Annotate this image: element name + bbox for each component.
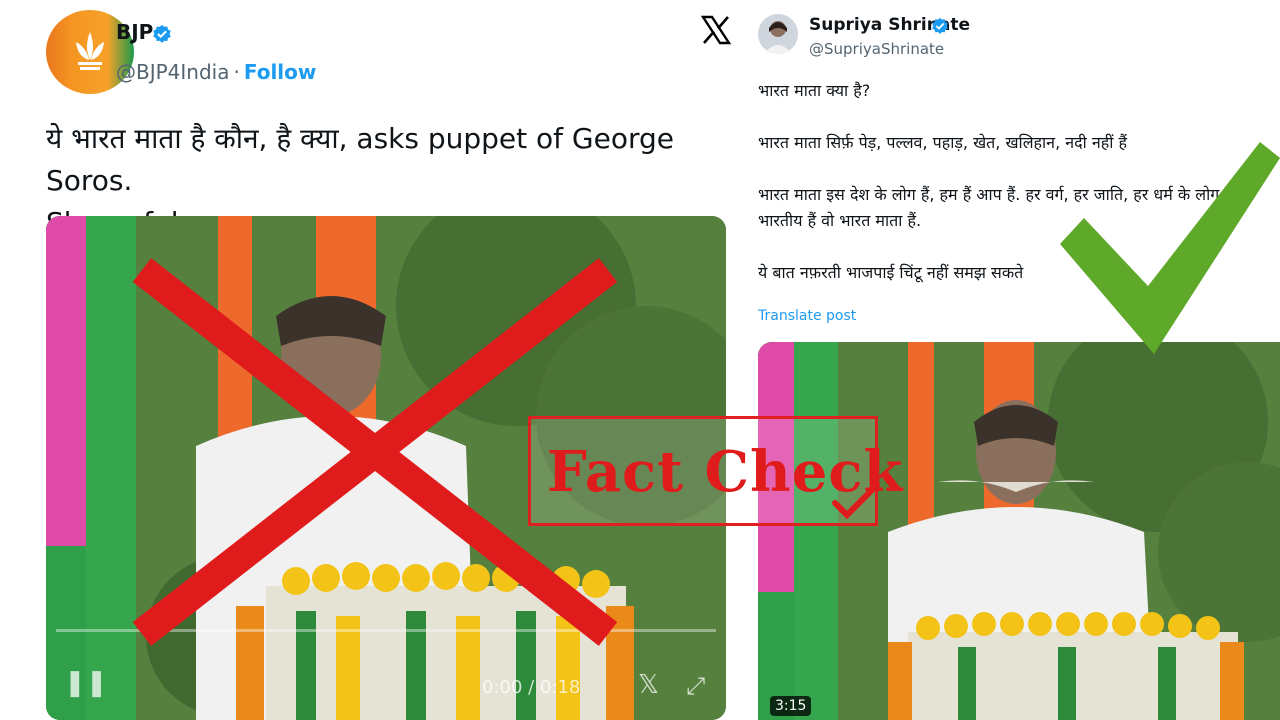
tweet-paragraph: ये बात नफ़रती भाजपाई चिंटू नहीं समझ सकते: [758, 263, 1024, 282]
video-player[interactable]: 3:15: [758, 342, 1280, 720]
tweet-paragraph: भारत माता क्या है?: [758, 81, 871, 100]
tweet-text-line: ये भारत माता है कौन, है क्या, asks puppe…: [46, 122, 674, 197]
verified-badge-icon: [153, 24, 171, 43]
pause-icon[interactable]: ❚❚: [64, 668, 108, 698]
tweet-paragraph: भारत माता इस देश के लोग हैं, हम हैं आप ह…: [758, 185, 1241, 230]
handle-row: @BJP4India · Follow: [116, 60, 316, 84]
video-progress-bar[interactable]: [56, 629, 716, 632]
small-check-icon: [832, 482, 880, 519]
verified-badge-icon: [932, 17, 948, 35]
follow-button[interactable]: Follow: [244, 60, 317, 84]
x-logo-icon[interactable]: [700, 14, 732, 46]
author-handle[interactable]: @BJP4India: [116, 60, 230, 84]
video-duration: 3:15: [770, 696, 812, 716]
video-frame: [758, 342, 1280, 720]
video-time: 0:00 / 0:18: [482, 677, 581, 698]
tweet-paragraph: भारत माता सिर्फ़ पेड़, पल्लव, पहाड़, खेत…: [758, 133, 1127, 152]
right-tweet-card: Supriya Shrinate @SupriyaShrinate भारत म…: [742, 0, 1280, 720]
separator-dot: ·: [233, 60, 240, 84]
left-tweet-card: BJP @BJP4India · Follow ये भारत माता है कौ…: [24, 0, 740, 720]
x-share-icon[interactable]: 𝕏: [638, 670, 659, 700]
lotus-icon: [76, 32, 104, 70]
author-handle[interactable]: @SupriyaShrinate: [809, 40, 944, 58]
fact-check-stamp: Fact Check: [528, 416, 902, 526]
supriya-avatar[interactable]: [758, 14, 798, 54]
translate-post-link[interactable]: Translate post: [758, 308, 856, 324]
author-name[interactable]: BJP: [116, 20, 153, 44]
fullscreen-icon[interactable]: ⤢: [686, 672, 705, 700]
avatar-image: [758, 14, 798, 54]
tweet-text: भारत माता क्या है? भारत माता सिर्फ़ पेड़…: [758, 78, 1280, 312]
